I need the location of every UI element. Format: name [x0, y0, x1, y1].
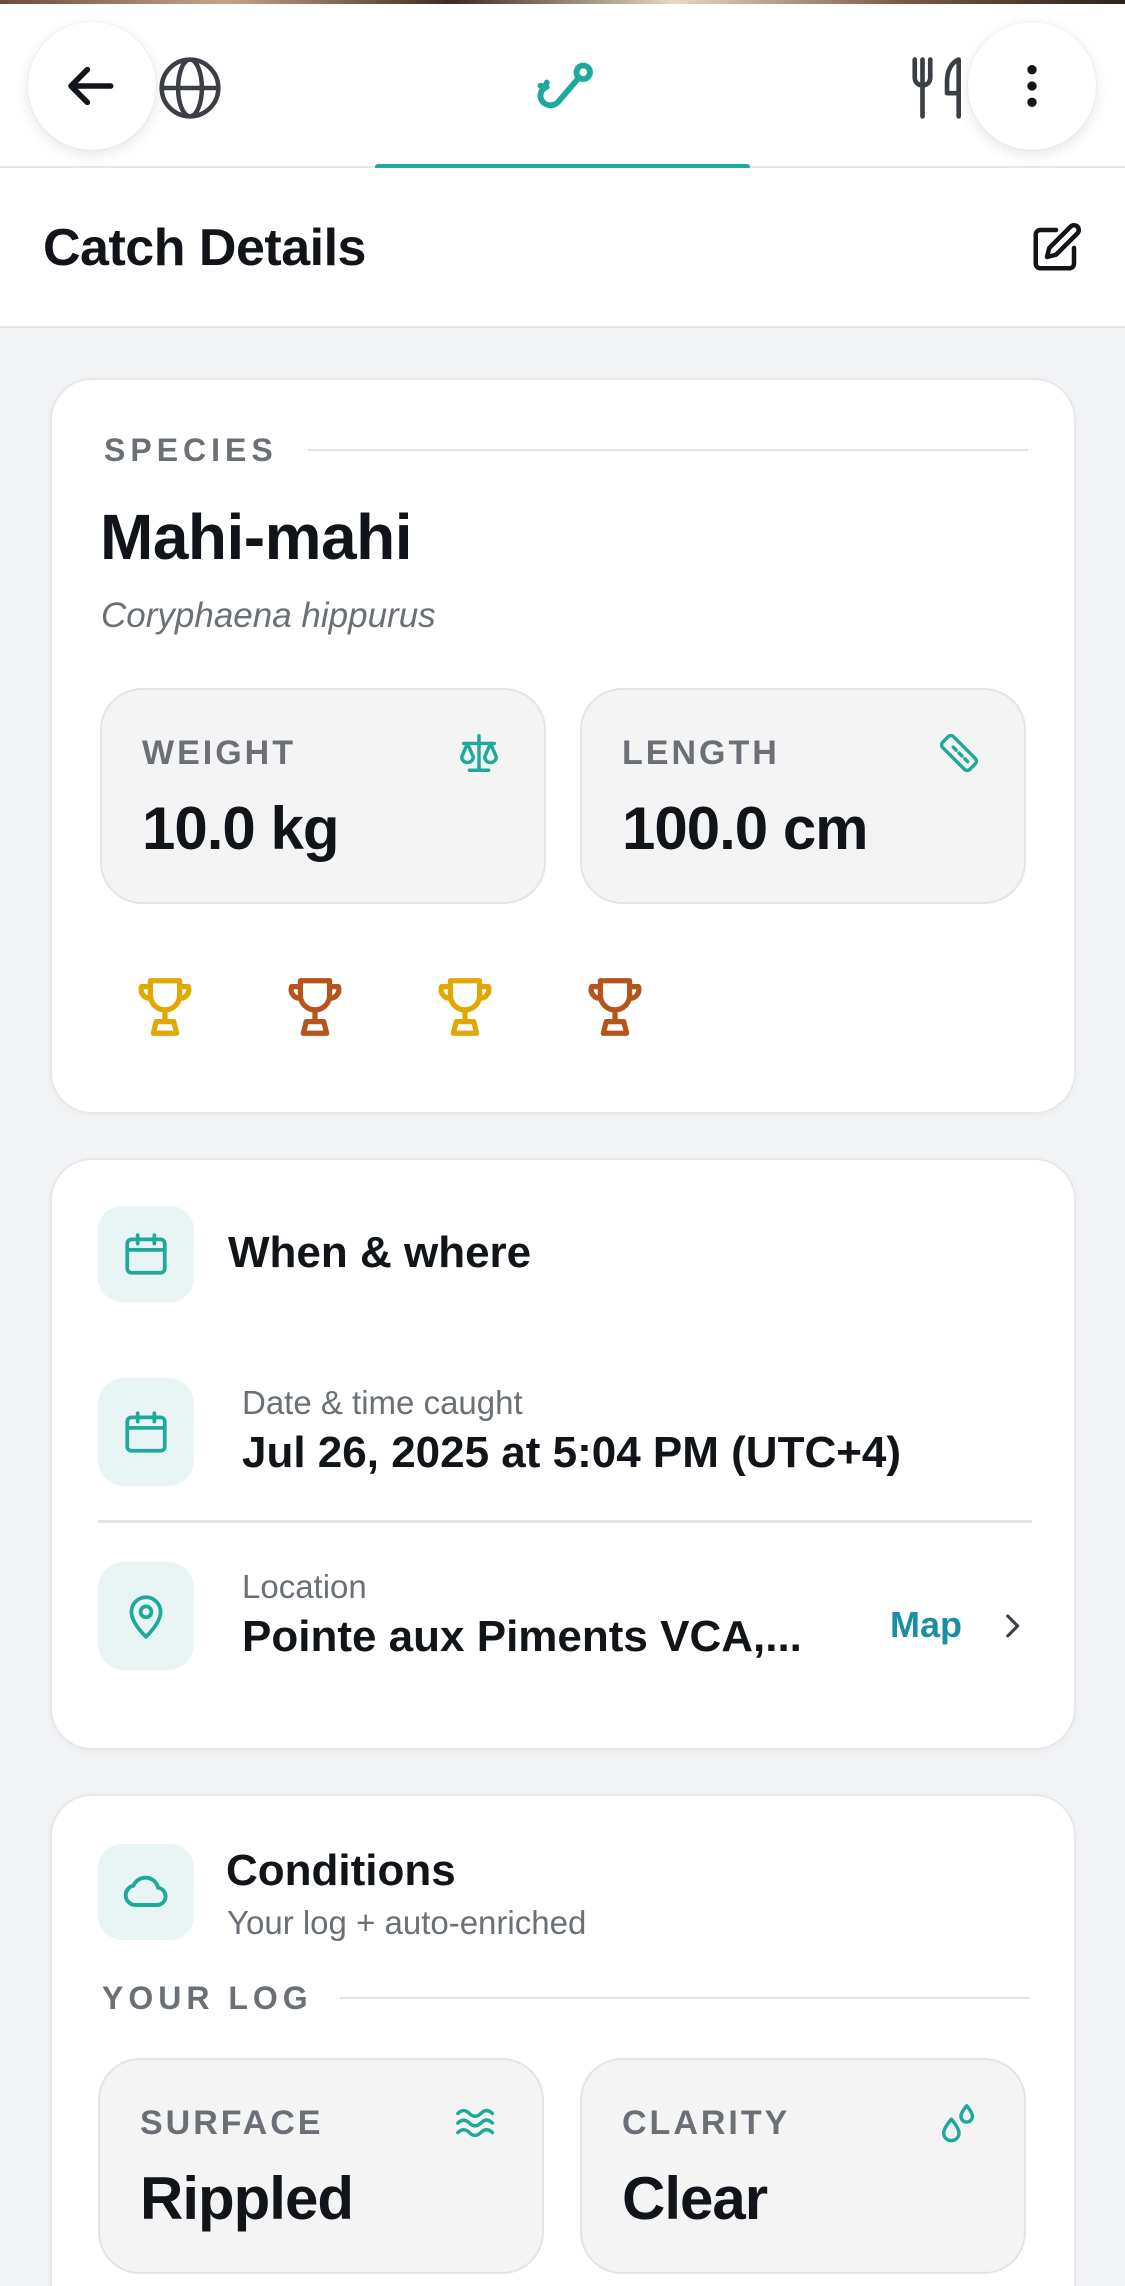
clarity-value: Clear	[622, 2165, 768, 2232]
clarity-label: CLARITY	[622, 2104, 791, 2142]
scale-icon	[454, 728, 504, 778]
trophy-icon	[288, 978, 342, 1036]
globe-icon	[159, 57, 221, 119]
species-eyebrow: SPECIES	[104, 432, 278, 468]
droplets-icon	[934, 2098, 984, 2148]
fork-knife-icon	[912, 57, 961, 119]
map-link[interactable]: Map	[890, 1604, 962, 1646]
species-name: Mahi-mahi	[100, 501, 412, 573]
calendar-icon	[98, 1206, 194, 1302]
waves-icon	[452, 2098, 502, 2148]
ruler-icon	[934, 728, 984, 778]
length-label: LENGTH	[622, 734, 780, 772]
length-tile: LENGTH 100.0 cm	[580, 688, 1026, 904]
top-navigation-bar	[0, 4, 1125, 170]
arrow-left-icon	[68, 66, 114, 106]
tab-food[interactable]	[898, 46, 978, 130]
weight-label: WEIGHT	[142, 734, 296, 772]
back-button[interactable]	[28, 22, 156, 150]
species-scientific-name: Coryphaena hippurus	[101, 596, 436, 635]
surface-label: SURFACE	[140, 2104, 324, 2142]
conditions-heading: Conditions	[226, 1846, 456, 1895]
language-button[interactable]	[150, 48, 230, 128]
map-pin-icon	[98, 1562, 194, 1670]
location-value: Pointe aux Piments VCA,...	[242, 1612, 802, 1661]
when-where-card: When & where Date & time caught Jul 26, …	[50, 1158, 1076, 1750]
date-time-value: Jul 26, 2025 at 5:04 PM (UTC+4)	[242, 1428, 902, 1477]
edit-button[interactable]	[1026, 218, 1086, 278]
divider	[98, 1520, 1032, 1523]
surface-value: Rippled	[140, 2165, 354, 2232]
clarity-tile: CLARITY Clear	[580, 2058, 1026, 2274]
cloud-icon	[98, 1844, 194, 1940]
conditions-subtitle: Your log + auto-enriched	[227, 1904, 587, 1941]
more-options-button[interactable]	[968, 22, 1096, 150]
trophy-icon	[438, 978, 492, 1036]
weight-value: 10.0 kg	[142, 795, 339, 862]
page-title: Catch Details	[43, 219, 366, 277]
trophy-icon	[588, 978, 642, 1036]
fishing-hook-icon	[537, 62, 593, 109]
divider	[308, 449, 1028, 451]
species-card: SPECIES Mahi-mahi Coryphaena hippurus WE…	[50, 378, 1076, 1114]
location-label: Location	[242, 1568, 367, 1605]
when-where-heading: When & where	[228, 1228, 532, 1277]
your-log-eyebrow: YOUR LOG	[102, 1980, 313, 2016]
chevron-right-icon[interactable]	[992, 1604, 1032, 1648]
divider	[340, 1997, 1030, 1999]
tab-catch[interactable]	[375, 8, 750, 170]
more-vertical-icon	[1027, 65, 1037, 107]
date-time-label: Date & time caught	[242, 1384, 523, 1421]
calendar-icon	[98, 1378, 194, 1486]
edit-icon	[1033, 223, 1081, 271]
trophy-icon	[138, 978, 192, 1036]
surface-tile: SURFACE Rippled	[98, 2058, 544, 2274]
length-value: 100.0 cm	[622, 795, 869, 862]
page-header: Catch Details	[0, 168, 1125, 328]
conditions-card: Conditions Your log + auto-enriched YOUR…	[50, 1794, 1076, 2286]
weight-tile: WEIGHT 10.0 kg	[100, 688, 546, 904]
